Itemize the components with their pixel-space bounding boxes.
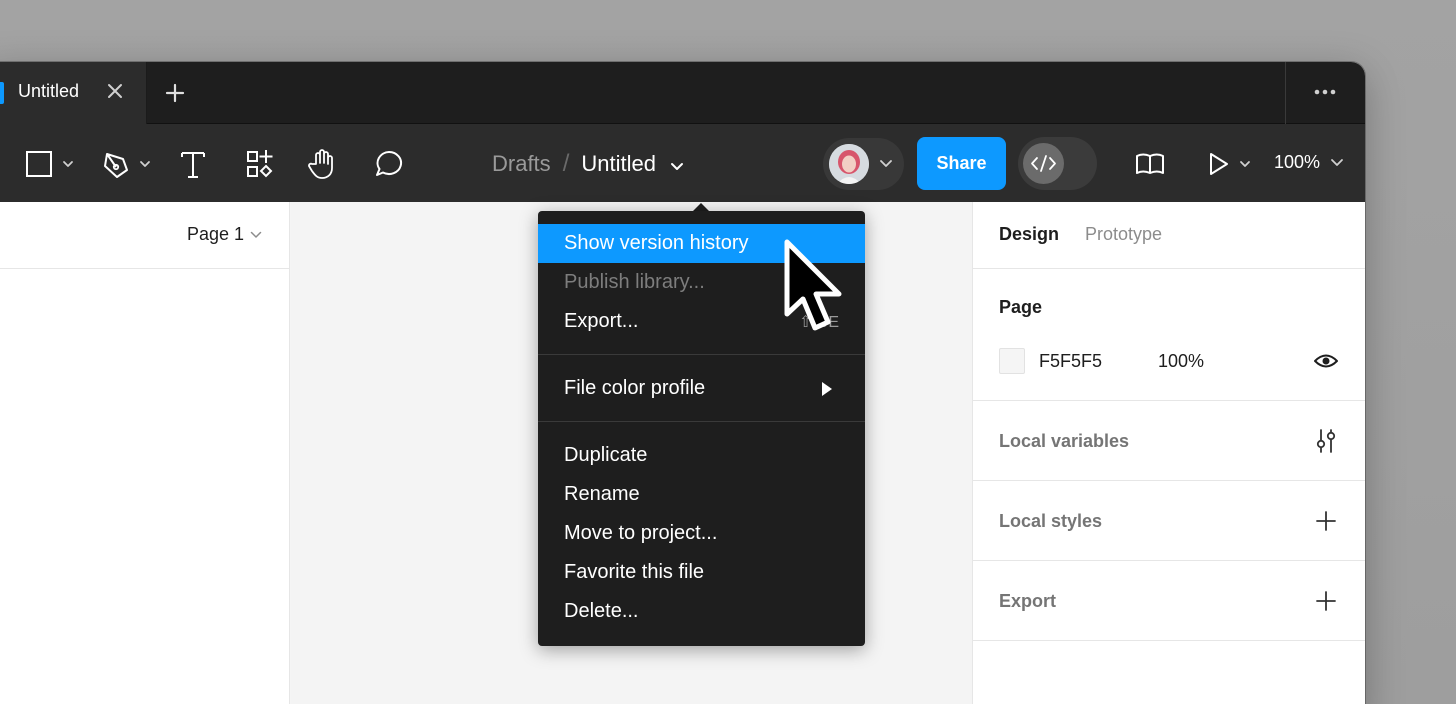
zoom-level[interactable]: 100% (1274, 152, 1320, 173)
menu-item-move-to-project[interactable]: Move to project... (538, 514, 865, 553)
menu-divider (538, 421, 865, 422)
plus-icon[interactable] (1314, 587, 1338, 615)
breadcrumb: Drafts / Untitled (492, 148, 684, 180)
chevron-down-icon[interactable] (670, 162, 684, 172)
local-variables-title: Local variables (999, 431, 1130, 451)
menu-item-label: Delete... (564, 600, 639, 622)
tab-bar: Untitled (0, 62, 1365, 124)
chevron-down-icon[interactable] (879, 159, 893, 169)
menu-item-rename[interactable]: Rename (538, 475, 865, 514)
dev-mode-knob (1023, 143, 1064, 184)
page-selector-label: Page 1 (187, 224, 245, 244)
tab-prototype[interactable]: Prototype (1085, 224, 1162, 245)
menu-item-label: Show version history (564, 232, 749, 254)
menu-item-label: Export... (564, 310, 639, 332)
new-tab-plus-icon[interactable] (162, 80, 188, 106)
menu-item-delete[interactable]: Delete... (538, 592, 865, 631)
menu-item-label: Favorite this file (564, 561, 705, 583)
tab-title: Untitled (18, 81, 80, 101)
mouse-cursor-icon (784, 239, 842, 331)
more-options-icon[interactable] (1310, 82, 1340, 102)
page-section-title: Page (999, 297, 1043, 317)
breadcrumb-separator: / (562, 150, 570, 177)
menu-item-file-color-profile[interactable]: File color profile (538, 369, 865, 408)
page-section: Page F5F5F5 100% (973, 269, 1365, 401)
tabbar-divider (1285, 62, 1286, 124)
properties-tabs: Design Prototype (973, 202, 1365, 269)
menu-divider (538, 354, 865, 355)
menu-item-label: Move to project... (564, 522, 718, 544)
file-title[interactable]: Untitled (581, 151, 656, 177)
export-section: Export (973, 561, 1365, 641)
resources-icon[interactable] (246, 148, 274, 180)
comment-icon[interactable] (373, 148, 405, 180)
layers-panel: Page 1 (0, 202, 290, 704)
menu-item-label: File color profile (564, 377, 706, 399)
local-variables-section: Local variables (973, 401, 1365, 481)
eye-icon[interactable] (1313, 350, 1339, 372)
page-color-hex[interactable]: F5F5F5 (1039, 351, 1102, 372)
main-toolbar: Drafts / Untitled Share 100% (0, 124, 1365, 202)
present-icon[interactable] (1207, 148, 1257, 180)
multiplayer-avatars[interactable] (823, 138, 904, 190)
page-selector[interactable]: Page 1 (187, 224, 262, 245)
local-styles-title: Local styles (999, 511, 1103, 531)
export-title: Export (999, 591, 1057, 611)
menu-item-duplicate[interactable]: Duplicate (538, 436, 865, 475)
chevron-down-icon[interactable] (1330, 158, 1344, 168)
pen-tool-icon[interactable] (101, 148, 157, 180)
breadcrumb-drafts-link[interactable]: Drafts (492, 151, 551, 177)
hand-tool-icon[interactable] (307, 148, 339, 180)
library-icon[interactable] (1134, 148, 1166, 180)
tab-active-indicator (0, 82, 4, 104)
menu-item-label: Rename (564, 483, 640, 505)
text-tool-icon[interactable] (179, 148, 207, 180)
chevron-down-icon (250, 231, 262, 238)
tab-design[interactable]: Design (999, 224, 1059, 245)
share-button[interactable]: Share (917, 137, 1006, 190)
page-opacity[interactable]: 100% (1158, 351, 1204, 372)
avatar-image (829, 144, 869, 184)
page-color-swatch[interactable] (999, 348, 1025, 374)
avatar[interactable] (829, 144, 869, 184)
sliders-icon[interactable] (1314, 427, 1338, 455)
close-icon[interactable] (104, 80, 126, 102)
menu-item-label: Duplicate (564, 444, 648, 466)
plus-icon[interactable] (1314, 507, 1338, 535)
file-tab[interactable]: Untitled (0, 62, 147, 124)
dev-mode-toggle[interactable] (1018, 137, 1097, 190)
properties-panel: Design Prototype Page F5F5F5 100% Local … (972, 202, 1365, 704)
code-icon (1031, 155, 1056, 172)
menu-item-favorite-file[interactable]: Favorite this file (538, 553, 865, 592)
rectangle-tool-icon[interactable] (24, 148, 78, 180)
submenu-arrow-icon (822, 382, 832, 396)
menu-item-label: Publish library... (564, 271, 705, 293)
local-styles-section: Local styles (973, 481, 1365, 561)
layers-panel-header: Page 1 (0, 202, 289, 269)
